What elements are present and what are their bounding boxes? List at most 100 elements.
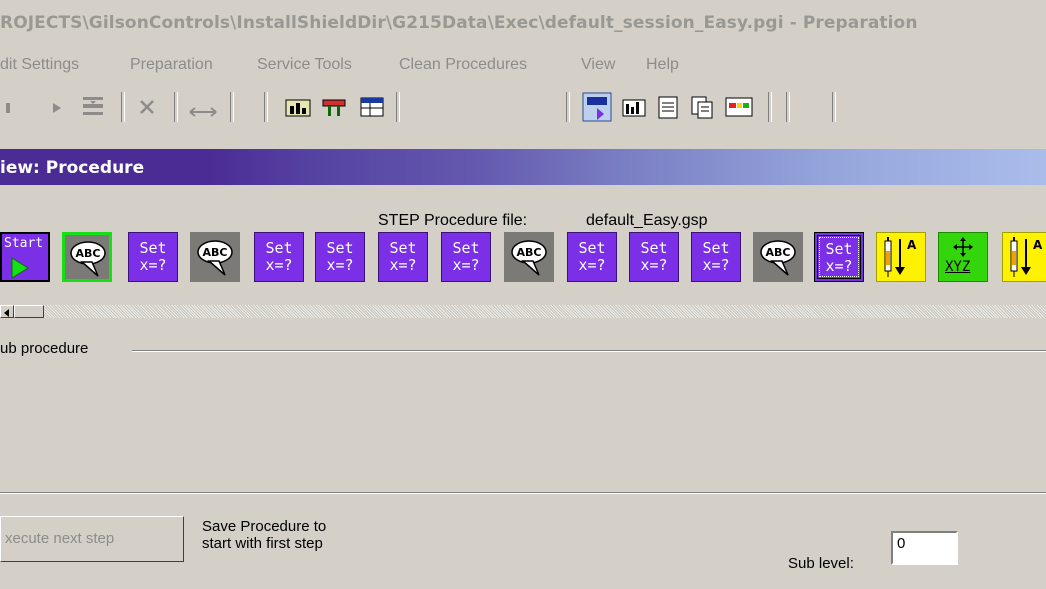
step-syringe[interactable]: A (1002, 232, 1046, 282)
sub-procedure-label: ub procedure (0, 340, 89, 357)
step-comment[interactable]: ABC (190, 232, 240, 282)
set-value: x=? (640, 256, 668, 274)
toolbar-separator (566, 92, 570, 122)
step-comment[interactable]: ABC (753, 232, 803, 282)
horizontal-scrollbar[interactable] (0, 305, 1046, 318)
toolbar-separator (230, 92, 234, 122)
save-note-line: start with first step (202, 535, 323, 552)
document-icon[interactable] (655, 94, 681, 120)
speech-bubble-icon: ABC (511, 240, 547, 276)
svg-text:ABC: ABC (76, 247, 101, 260)
step-set-variable[interactable]: Set x=? (567, 232, 617, 282)
execute-next-step-button[interactable]: xecute next step (0, 516, 184, 562)
step-move-xyz[interactable]: XYZ (938, 232, 988, 282)
step-set-variable[interactable]: Set x=? (629, 232, 679, 282)
speech-bubble-icon: ABC (197, 240, 233, 276)
copy-icon[interactable] (688, 94, 716, 120)
syringe-icon: A (1010, 237, 1043, 277)
align-center-icon[interactable] (80, 94, 106, 120)
delete-icon[interactable] (136, 96, 158, 118)
table-icon[interactable] (358, 94, 386, 120)
set-label: Set (452, 239, 480, 257)
toolbar-separator (832, 92, 836, 122)
set-value: x=? (389, 256, 417, 274)
speech-bubble-icon: ABC (70, 241, 106, 277)
move-arrows-icon (953, 237, 973, 257)
step-icon[interactable] (4, 100, 14, 116)
group-divider (132, 350, 1046, 352)
bar-chart-icon[interactable] (620, 94, 648, 120)
set-label: Set (578, 239, 606, 257)
step-start[interactable]: Start (0, 232, 50, 282)
toolbar-separator (768, 92, 772, 122)
step-comment[interactable]: ABC (62, 232, 112, 282)
procedure-steps: Start ABC Set x=? ABC Set x=? Set x=? Set x=… (0, 232, 1046, 294)
set-value: x=? (825, 257, 853, 275)
xyz-label: XYZ (945, 259, 971, 275)
svg-text:ABC: ABC (766, 246, 791, 259)
save-procedure-note: Save Procedure to start with first step (202, 518, 326, 552)
menu-bar: dit Settings Preparation Service Tools C… (0, 50, 1046, 82)
menu-clean-procedures[interactable]: Clean Procedures (399, 56, 527, 74)
sub-level-label: Sub level: (788, 555, 854, 572)
scroll-thumb[interactable] (14, 305, 44, 318)
group-bottom-border (0, 492, 1046, 494)
play-icon[interactable] (50, 100, 64, 116)
toolbar-separator (121, 92, 125, 122)
set-label: Set (265, 239, 293, 257)
window-title: ROJECTS\GilsonControls\InstallShieldDir\… (0, 13, 918, 33)
tool-rack-icon[interactable] (320, 94, 348, 120)
title-bar: ROJECTS\GilsonControls\InstallShieldDir\… (0, 0, 1046, 44)
step-file-label: STEP Procedure file: (378, 212, 528, 229)
menu-edit-settings[interactable]: dit Settings (0, 56, 79, 74)
step-file-name: default_Easy.gsp (586, 212, 708, 229)
set-value: x=? (702, 256, 730, 274)
step-set-variable[interactable]: Set x=? (315, 232, 365, 282)
step-set-variable[interactable]: Set x=? (128, 232, 178, 282)
step-set-variable-selected[interactable]: Set x=? (814, 232, 864, 282)
menu-help[interactable]: Help (646, 56, 679, 74)
save-note-line: Save Procedure to (202, 518, 327, 535)
syringe-icon: A (884, 237, 917, 277)
chart-icon[interactable] (284, 94, 312, 120)
svg-text:ABC: ABC (203, 246, 228, 259)
set-value: x=? (578, 256, 606, 274)
set-value: x=? (326, 256, 354, 274)
sub-level-field[interactable]: 0 (891, 531, 958, 565)
menu-preparation[interactable]: Preparation (130, 56, 213, 74)
move-horizontal-icon[interactable] (186, 98, 220, 120)
view-title: iew: Procedure (0, 158, 145, 178)
menu-service-tools[interactable]: Service Tools (257, 56, 352, 74)
set-value: x=? (452, 256, 480, 274)
set-value: x=? (265, 256, 293, 274)
step-set-variable[interactable]: Set x=? (378, 232, 428, 282)
procedure-view-icon[interactable] (582, 92, 612, 122)
start-label: Start (4, 236, 44, 251)
sub-procedure-group: ub procedure (0, 338, 1046, 494)
arrow-left-icon (4, 309, 9, 317)
step-set-variable[interactable]: Set x=? (691, 232, 741, 282)
step-comment[interactable]: ABC (504, 232, 554, 282)
toolbar (0, 88, 1046, 128)
menu-view[interactable]: View (581, 56, 615, 74)
view-header: iew: Procedure (0, 149, 1046, 185)
scroll-left-button[interactable] (0, 305, 14, 318)
set-label: Set (702, 239, 730, 257)
step-syringe[interactable]: A (876, 232, 926, 282)
set-label: Set (389, 239, 417, 257)
step-set-variable[interactable]: Set x=? (441, 232, 491, 282)
speech-bubble-icon: ABC (760, 240, 796, 276)
svg-text:A: A (1033, 238, 1043, 252)
set-label: Set (825, 240, 853, 258)
set-label: Set (326, 239, 354, 257)
play-icon (11, 257, 29, 279)
status-display-icon[interactable] (724, 94, 754, 120)
toolbar-separator (174, 92, 178, 122)
toolbar-separator (396, 92, 400, 122)
toolbar-separator (786, 92, 790, 122)
step-set-variable[interactable]: Set x=? (254, 232, 304, 282)
set-label: Set (139, 239, 167, 257)
set-label: Set (640, 239, 668, 257)
toolbar-separator (264, 92, 268, 122)
svg-text:A: A (907, 238, 917, 252)
